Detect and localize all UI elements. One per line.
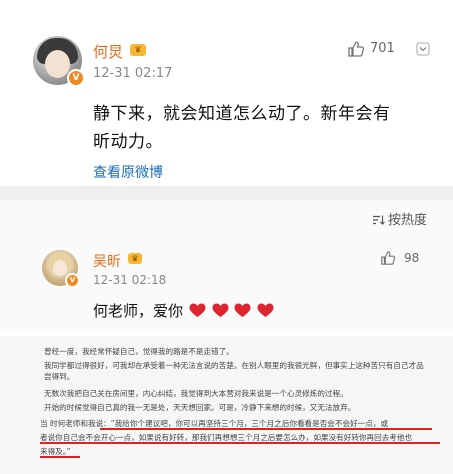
comment-content: 何老师，爱你: [93, 300, 274, 321]
verified-badge-icon: V: [67, 69, 85, 87]
view-original-link[interactable]: 查看原微博: [93, 162, 163, 182]
commenter-name[interactable]: 吴昕: [93, 251, 121, 271]
quote-line: 我同学都过得很好，可我却在承受着一种无法言说的苦楚。在别人眼里的我很光鲜，但事实…: [44, 361, 424, 381]
sort-label: 按热度: [388, 213, 428, 228]
post-text-line: 昕动力。: [93, 132, 163, 152]
post-content: 静下来，就会知道怎么动了。新年会有 昕动力。: [93, 100, 423, 156]
section-divider: [0, 186, 453, 200]
author-name[interactable]: 何炅: [93, 41, 123, 62]
like-count: 701: [370, 41, 395, 56]
heart-icon: [234, 303, 251, 317]
verified-badge-icon: V: [65, 273, 80, 288]
heart-icon: [257, 303, 274, 317]
like-icon[interactable]: [347, 40, 365, 58]
quote-line: 来得及。”: [40, 447, 71, 456]
heart-icon: [212, 303, 229, 317]
quote-line: 无数次我把自己关在房间里，内心纠结，我觉得到大本营对我来说是一个心灵修炼的过程。: [44, 389, 348, 398]
heart-icon: [189, 303, 206, 317]
like-icon[interactable]: [380, 250, 396, 266]
quote-line: 曾经一度，我经常怀疑自己，觉得我的路是不是走错了。: [44, 347, 234, 356]
crown-icon: ♛: [130, 44, 146, 56]
red-underline: [40, 456, 80, 458]
quote-line: 开始的时候觉得自己真的我一无是处，天天想回家。可是，冷静下来想的时候，又无法放弃…: [44, 403, 356, 412]
sort-icon: [373, 215, 385, 225]
post-time: 12-31 02:17: [93, 66, 173, 81]
comment-text: 何老师，爱你: [93, 302, 184, 320]
crown-icon: ♛: [128, 253, 142, 264]
weibo-post: V 何炅 ♛ 12-31 02:17 701 静下来，就会知道怎么动了。新年会有…: [0, 0, 453, 186]
red-underline: [40, 442, 440, 444]
comment-time: 12-31 02:18: [93, 273, 167, 287]
like-count: 98: [404, 251, 420, 265]
post-text-line: 静下来，就会知道怎么动了。新年会有: [93, 104, 391, 124]
red-underline: [100, 428, 432, 430]
sort-by-hot-button[interactable]: 按热度: [373, 209, 427, 228]
chevron-down-icon[interactable]: [416, 42, 430, 56]
quoted-text-block: 曾经一度，我经常怀疑自己，觉得我的路是不是走错了。 我同学都过得很好，可我却在承…: [0, 336, 453, 474]
